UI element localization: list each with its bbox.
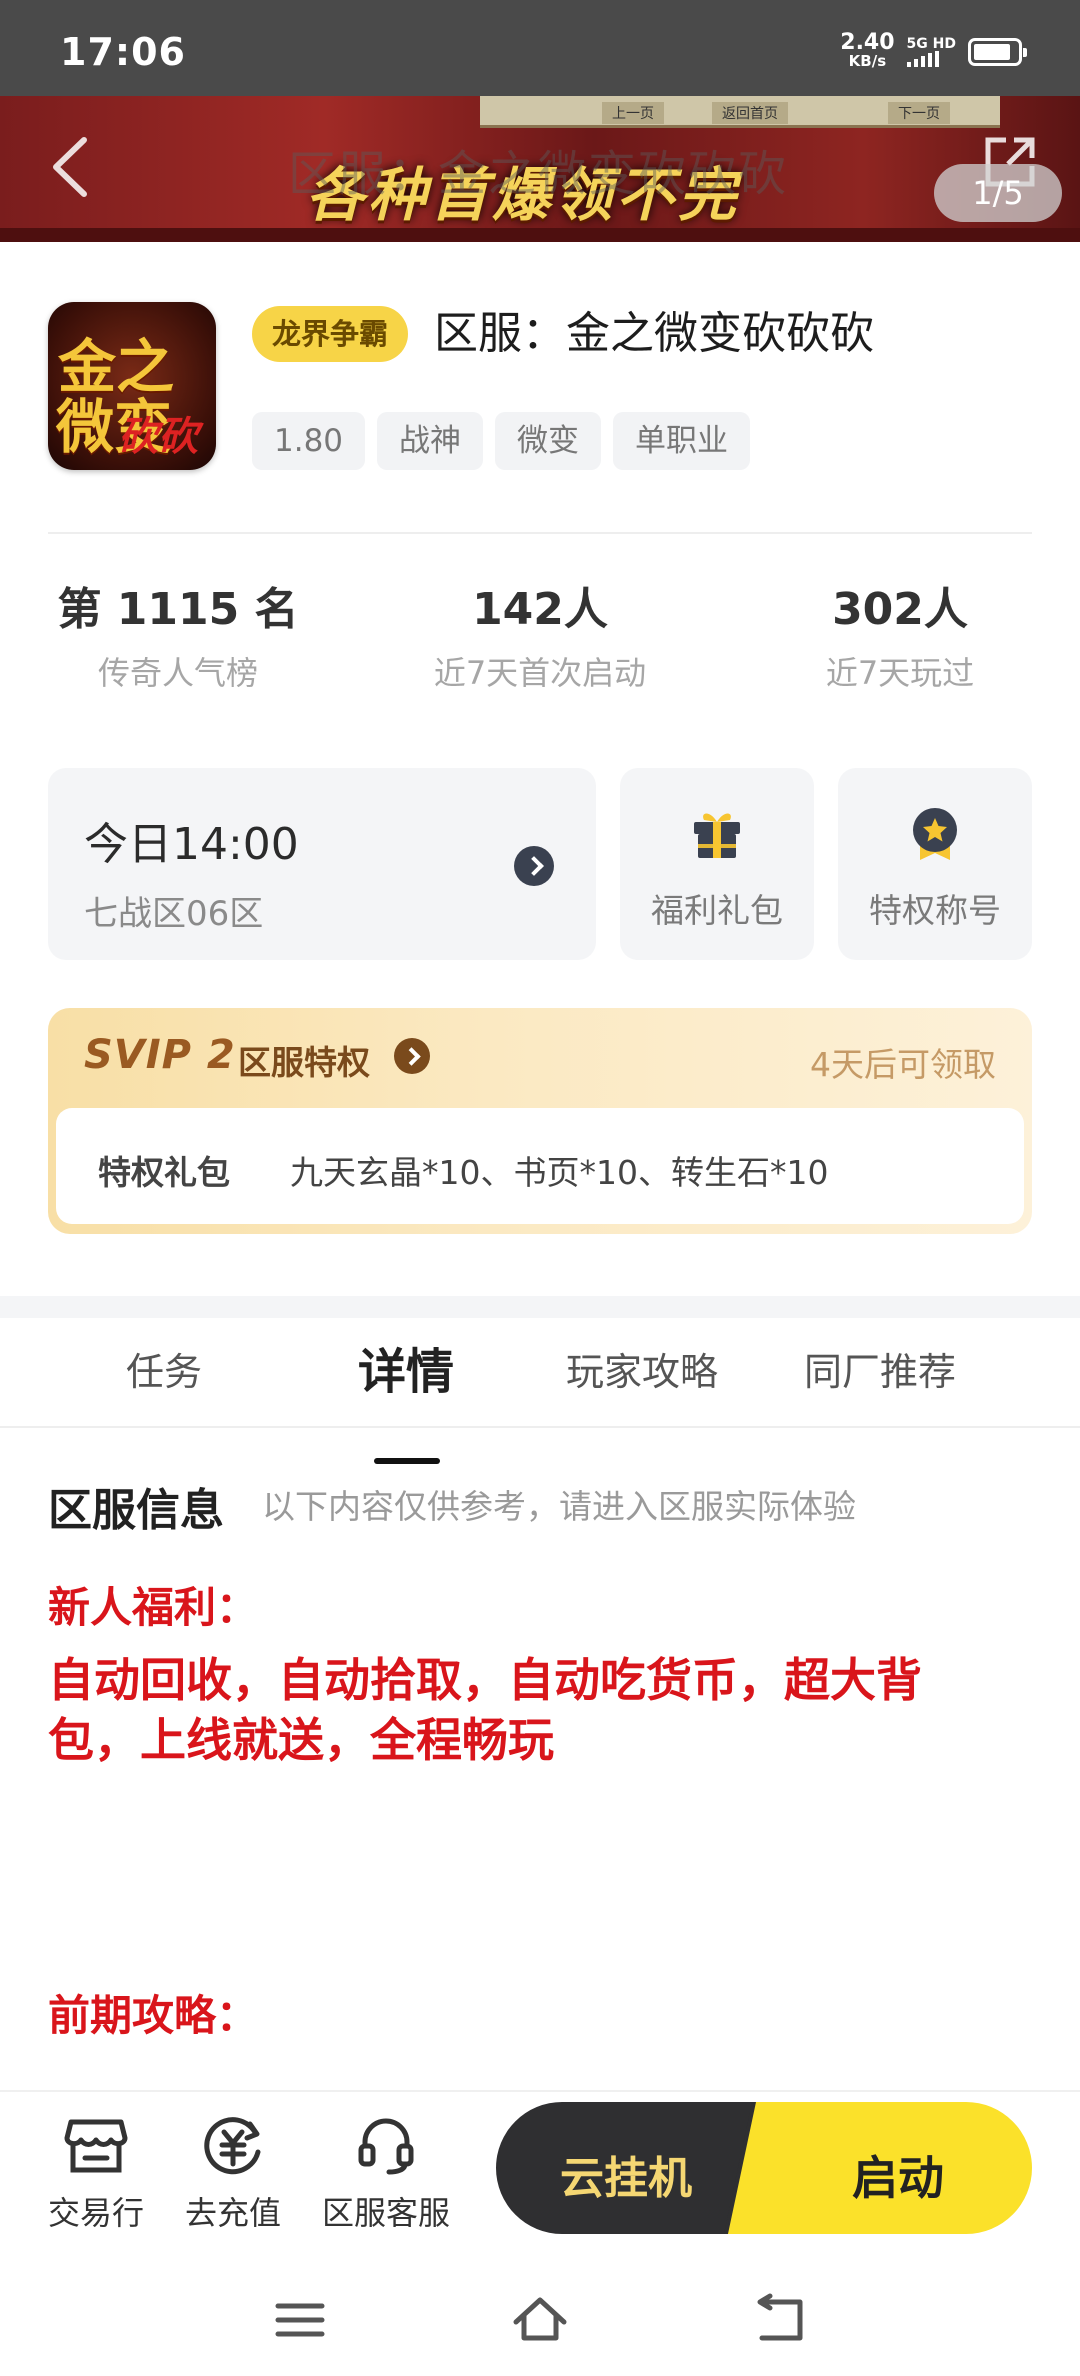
open-server-time: 今日14:00 xyxy=(84,819,299,870)
game-icon-text-3: 砍砍 xyxy=(118,414,198,460)
cloud-idle-label: 云挂机 xyxy=(560,2153,692,2204)
stat-label: 近7天首次启动 xyxy=(433,654,647,692)
menu-icon[interactable] xyxy=(272,2292,328,2348)
page-indicator: 1/5 xyxy=(934,164,1062,222)
divider xyxy=(48,532,1032,534)
game-tag: 战神 xyxy=(377,412,484,470)
stat-value: 第 1115 名 xyxy=(57,584,299,635)
game-badge: 龙界争霸 xyxy=(252,306,409,362)
stat-rank[interactable]: 第 1115 名 传奇人气榜 xyxy=(48,582,308,694)
status-time: 17:06 xyxy=(60,30,186,74)
svip-logo: SVIP 2 xyxy=(84,1032,236,1078)
customer-service-label: 区服客服 xyxy=(321,2194,450,2232)
stats-row: 第 1115 名 传奇人气榜 142人 近7天首次启动 302人 近7天玩过 xyxy=(0,582,1080,702)
tab-details[interactable]: 详情 xyxy=(358,1318,454,1426)
tab-same-studio[interactable]: 同厂推荐 xyxy=(804,1318,956,1426)
stat-value: 302人 xyxy=(832,584,968,635)
status-icons: 2.40 KB/s 5G HD xyxy=(840,30,1027,71)
tab-tasks[interactable]: 任务 xyxy=(126,1318,202,1426)
banner-deco-prev: 上一页 xyxy=(602,102,664,124)
gift-icon xyxy=(690,806,744,862)
net-speed-value: 2.40 xyxy=(840,30,895,55)
medal-icon xyxy=(908,806,962,862)
svip-perk-value: 九天玄晶*10、书页*10、转生石*10 xyxy=(290,1153,829,1192)
game-tag: 1.80 xyxy=(252,412,366,470)
start-button[interactable]: 启动 xyxy=(760,2102,1032,2234)
chevron-right-icon xyxy=(394,1038,430,1074)
banner-deco-next: 下一页 xyxy=(888,102,950,124)
section-note: 以下内容仅供参考，请进入区服实际体验 xyxy=(262,1487,856,1526)
recharge-button[interactable]: 去充值 xyxy=(180,2112,286,2234)
svip-title: 区服特权 xyxy=(238,1043,370,1082)
stat-value: 142人 xyxy=(472,584,608,635)
banner-bottom-strip xyxy=(0,228,1080,242)
welfare-gift-card[interactable]: 福利礼包 xyxy=(620,768,814,960)
stat-first-launch: 142人 近7天首次启动 xyxy=(410,582,670,694)
network-type: 5G HD xyxy=(906,36,956,52)
svip-perk-key: 特权礼包 xyxy=(98,1153,230,1192)
start-label: 启动 xyxy=(852,2151,944,2205)
svip-perk-box: 特权礼包 九天玄晶*10、书页*10、转生石*10 xyxy=(56,1108,1024,1224)
banner-title-overlay: 区服：金之微变砍砍砍 xyxy=(288,146,789,202)
section-title: 区服信息 xyxy=(48,1485,224,1536)
privilege-title-label: 特权称号 xyxy=(869,891,1001,930)
recharge-label: 去充值 xyxy=(184,2194,281,2232)
shop-icon xyxy=(63,2112,129,2178)
svip-privilege-panel[interactable]: SVIP 2 区服特权 4天后可领取 特权礼包 九天玄晶*10、书页*10、转生… xyxy=(48,1008,1032,1234)
section-separator xyxy=(0,1296,1080,1318)
trade-label: 交易行 xyxy=(47,2194,144,2232)
net-speed-unit: KB/s xyxy=(848,52,887,70)
game-tags: 1.80 战神 微变 单职业 xyxy=(252,412,751,470)
screenshot-banner[interactable]: 上一页 返回首页 下一页 各种首爆领不完 区服：金之微变砍砍砍 1/5 xyxy=(0,96,1080,242)
net-speed: 2.40 KB/s xyxy=(840,30,895,71)
cloud-idle-button[interactable]: 云挂机 xyxy=(496,2102,766,2234)
back-arrow-icon[interactable] xyxy=(44,132,104,202)
game-icon: 金之 微变 砍砍 xyxy=(48,302,216,470)
status-bar: 17:06 2.40 KB/s 5G HD xyxy=(0,0,1080,96)
welfare-gift-label: 福利礼包 xyxy=(651,891,783,930)
bottom-action-bar: 交易行 去充值 区服客服 云挂机 启动 xyxy=(0,2090,1080,2260)
game-tag: 单职业 xyxy=(613,412,751,470)
stat-label: 近7天玩过 xyxy=(825,654,975,692)
signal-icon: 5G HD xyxy=(906,36,956,67)
stat-played: 302人 近7天玩过 xyxy=(770,582,1030,694)
guide-heading: 前期攻略： xyxy=(48,1991,259,2040)
active-tab-indicator xyxy=(374,1458,440,1464)
headset-icon xyxy=(353,2112,419,2178)
open-server-card[interactable]: 今日14:00 七战区06区 xyxy=(48,768,596,960)
back-icon[interactable] xyxy=(752,2292,808,2348)
tab-player-guides[interactable]: 玩家攻略 xyxy=(566,1318,718,1426)
home-icon[interactable] xyxy=(512,2292,568,2348)
stat-label: 传奇人气榜 xyxy=(97,654,258,692)
game-name: 区服：金之微变砍砍砍 xyxy=(434,308,874,359)
privilege-title-card[interactable]: 特权称号 xyxy=(838,768,1032,960)
trade-button[interactable]: 交易行 xyxy=(46,2112,146,2234)
chevron-right-icon xyxy=(514,846,554,886)
welfare-heading: 新人福利： xyxy=(48,1583,259,1632)
battery-icon xyxy=(968,38,1027,66)
recharge-icon xyxy=(200,2112,266,2178)
welfare-text: 自动回收，自动拾取，自动吃货币，超大背包，上线就送，全程畅玩 xyxy=(48,1653,922,1767)
system-navigation-bar xyxy=(0,2260,1080,2376)
open-server-zone: 七战区06区 xyxy=(84,894,264,934)
game-tag: 微变 xyxy=(495,412,602,470)
banner-decoration: 上一页 返回首页 下一页 xyxy=(480,96,1000,128)
banner-deco-home: 返回首页 xyxy=(712,102,788,124)
svip-claim-status: 4天后可领取 xyxy=(810,1045,996,1084)
detail-tabs: 任务 详情 玩家攻略 同厂推荐 xyxy=(0,1318,1080,1428)
customer-service-button[interactable]: 区服客服 xyxy=(316,2112,456,2234)
